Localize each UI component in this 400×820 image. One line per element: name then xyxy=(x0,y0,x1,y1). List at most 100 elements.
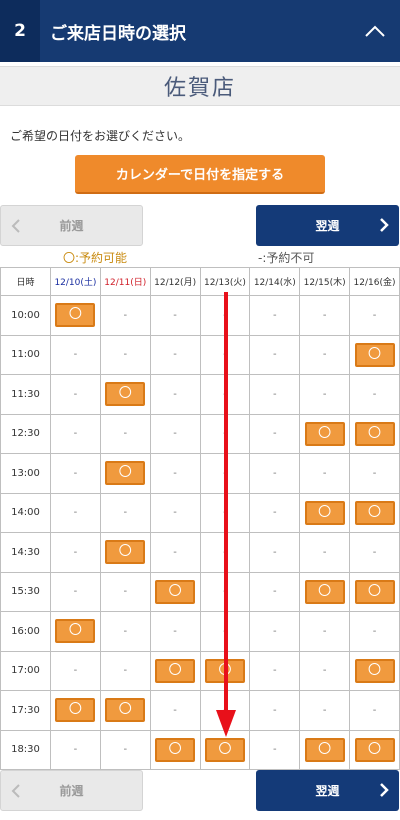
slot-unavailable-mark: - xyxy=(173,467,177,479)
slot-available-button[interactable]: 〇 xyxy=(105,461,146,486)
prev-week-button-bottom[interactable]: 前週 xyxy=(0,770,143,811)
slot-cell[interactable]: 〇 xyxy=(149,729,201,770)
slot-cell[interactable]: 〇 xyxy=(99,690,151,731)
slot-available-button[interactable]: 〇 xyxy=(155,737,196,762)
section-title: ご来店日時の選択 xyxy=(50,23,186,44)
slot-cell[interactable]: 〇 xyxy=(349,571,400,612)
slot-available-button[interactable]: 〇 xyxy=(155,579,196,604)
slot-cell: - xyxy=(50,729,101,770)
slot-unavailable-mark: - xyxy=(322,309,327,321)
slot-cell[interactable]: 〇 xyxy=(299,413,351,454)
slot-cell[interactable]: 〇 xyxy=(349,650,400,691)
slot-cell: - xyxy=(249,611,301,652)
slot-cell: - xyxy=(99,334,151,375)
slot-available-button[interactable]: 〇 xyxy=(155,658,196,683)
slot-unavailable-mark: - xyxy=(272,349,277,361)
slot-available-button[interactable]: 〇 xyxy=(105,540,146,565)
slot-cell: - xyxy=(199,690,251,731)
slot-available-button[interactable]: 〇 xyxy=(304,579,345,604)
slot-unavailable-mark: - xyxy=(223,704,227,716)
slot-available-button[interactable]: 〇 xyxy=(354,579,395,604)
slot-cell: - xyxy=(349,295,400,336)
slot-unavailable-mark: - xyxy=(223,428,227,440)
slot-cell[interactable]: 〇 xyxy=(349,729,400,770)
calendar-select-button[interactable]: カレンダーで日付を指定する xyxy=(75,155,325,194)
slot-unavailable-mark: - xyxy=(322,388,327,400)
slot-cell: - xyxy=(299,690,351,731)
time-label: 14:00 xyxy=(0,492,51,533)
slot-available-button[interactable]: 〇 xyxy=(304,500,345,525)
slot-cell: - xyxy=(50,453,101,494)
slot-available-button[interactable]: 〇 xyxy=(354,342,395,367)
slot-cell: - xyxy=(349,532,400,573)
slot-cell[interactable]: 〇 xyxy=(50,295,101,336)
slot-unavailable-mark: - xyxy=(272,665,277,677)
slot-available-button[interactable]: 〇 xyxy=(55,303,96,328)
slot-cell: - xyxy=(299,650,351,691)
slot-cell[interactable]: 〇 xyxy=(199,650,251,691)
slot-available-button[interactable]: 〇 xyxy=(354,421,395,446)
slot-cell[interactable]: 〇 xyxy=(149,650,201,691)
legend-available: 〇:予約可能 xyxy=(63,251,128,265)
chevron-up-icon[interactable] xyxy=(360,16,390,46)
slot-cell[interactable]: 〇 xyxy=(50,690,101,731)
slot-cell: - xyxy=(199,611,251,652)
next-week-label: 翌週 xyxy=(315,784,340,798)
slot-unavailable-mark: - xyxy=(223,546,227,558)
next-week-button[interactable]: 翌週 xyxy=(256,205,399,246)
slot-cell[interactable]: 〇 xyxy=(99,532,151,573)
time-label: 12:30 xyxy=(0,413,51,454)
slot-cell[interactable]: 〇 xyxy=(349,334,400,375)
slot-unavailable-mark: - xyxy=(73,586,78,598)
slot-available-button[interactable]: 〇 xyxy=(304,421,345,446)
slot-cell[interactable]: 〇 xyxy=(299,729,351,770)
slot-unavailable-mark: - xyxy=(73,428,78,440)
chevron-right-icon xyxy=(380,218,389,232)
slot-cell: - xyxy=(199,374,251,415)
slot-cell: - xyxy=(149,690,201,731)
slot-available-button[interactable]: 〇 xyxy=(354,500,395,525)
slot-cell: - xyxy=(99,729,151,770)
prev-week-label: 前週 xyxy=(59,219,84,233)
prev-week-button[interactable]: 前週 xyxy=(0,205,143,246)
slot-available-button[interactable]: 〇 xyxy=(55,619,96,644)
slot-unavailable-mark: - xyxy=(123,507,128,519)
slot-cell[interactable]: 〇 xyxy=(99,374,151,415)
slot-cell: - xyxy=(299,295,351,336)
slot-cell: - xyxy=(249,492,301,533)
slot-cell[interactable]: 〇 xyxy=(99,453,151,494)
day-header: 12/16(金) xyxy=(349,267,400,296)
slot-cell: - xyxy=(99,492,151,533)
slot-cell: - xyxy=(50,571,101,612)
slot-cell: - xyxy=(99,295,151,336)
legend-unavailable: -:予約不可 xyxy=(258,251,315,265)
slot-cell[interactable]: 〇 xyxy=(50,611,101,652)
slot-available-button[interactable]: 〇 xyxy=(204,658,245,683)
slot-cell[interactable]: 〇 xyxy=(149,571,201,612)
slot-cell: - xyxy=(50,334,101,375)
chevron-left-icon xyxy=(11,219,20,233)
slot-cell[interactable]: 〇 xyxy=(299,492,351,533)
slot-available-button[interactable]: 〇 xyxy=(354,658,395,683)
slot-available-button[interactable]: 〇 xyxy=(105,382,146,407)
slot-unavailable-mark: - xyxy=(173,349,177,361)
slot-cell: - xyxy=(249,532,301,573)
slot-cell[interactable]: 〇 xyxy=(199,729,251,770)
slot-available-button[interactable]: 〇 xyxy=(304,737,345,762)
slot-cell: - xyxy=(99,650,151,691)
slot-cell[interactable]: 〇 xyxy=(349,492,400,533)
slot-cell: - xyxy=(149,374,201,415)
slot-cell[interactable]: 〇 xyxy=(299,571,351,612)
slot-cell[interactable]: 〇 xyxy=(349,413,400,454)
slot-unavailable-mark: - xyxy=(223,349,227,361)
slot-unavailable-mark: - xyxy=(272,744,277,756)
slot-available-button[interactable]: 〇 xyxy=(354,737,395,762)
slot-available-button[interactable]: 〇 xyxy=(105,698,146,723)
slot-cell: - xyxy=(50,374,101,415)
section-header[interactable]: 2 ご来店日時の選択 xyxy=(0,0,400,62)
schedule-grid: 日時 12/10(土) 12/11(日) 12/12(月) 12/13(火) 12/14(… xyxy=(0,267,400,770)
slot-cell: - xyxy=(50,650,101,691)
slot-available-button[interactable]: 〇 xyxy=(55,698,96,723)
next-week-button-bottom[interactable]: 翌週 xyxy=(256,770,399,811)
slot-available-button[interactable]: 〇 xyxy=(204,737,245,762)
